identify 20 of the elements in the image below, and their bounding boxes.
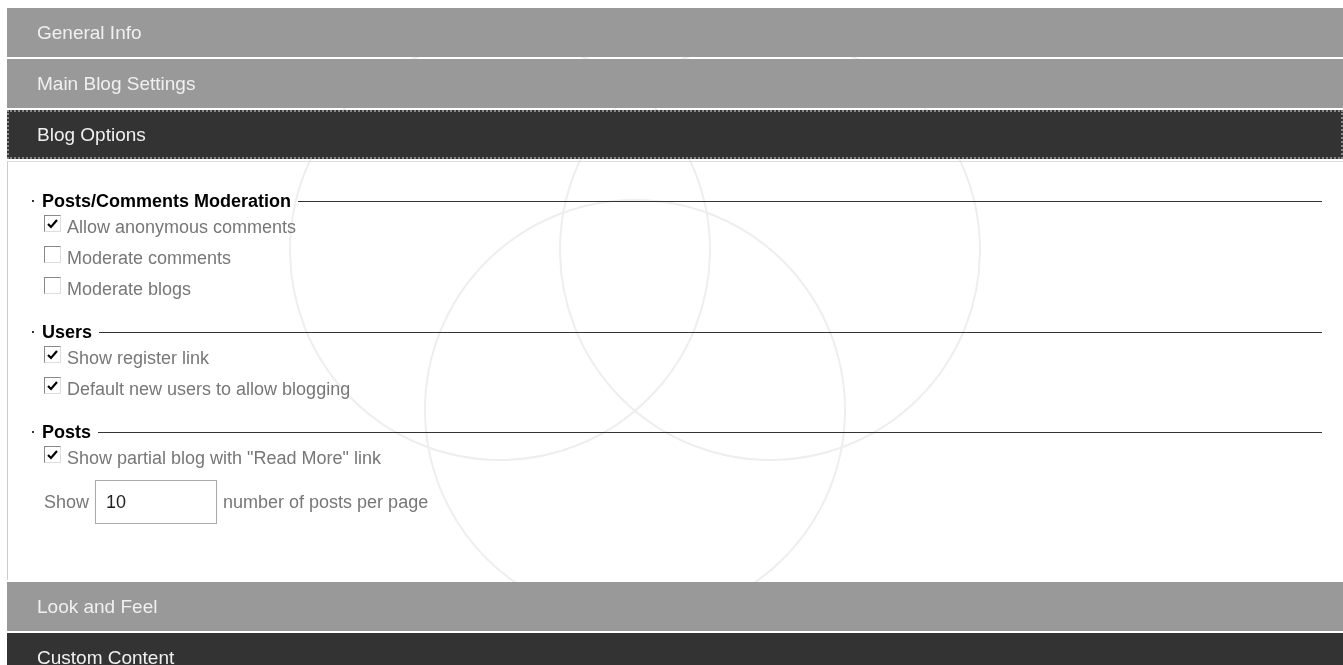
checkbox-label: Moderate blogs [67, 279, 192, 300]
field-label: number of posts per page [223, 491, 429, 513]
group-legend: Users [42, 321, 93, 343]
accordion-header[interactable]: Blog Options [7, 110, 1343, 159]
checkbox[interactable] [44, 346, 61, 363]
checkbox-label: Show register link [67, 348, 210, 369]
checkbox-label: Moderate comments [67, 248, 232, 269]
field-label: Show [44, 491, 90, 513]
checkbox[interactable] [44, 246, 61, 263]
checkbox-label: Show partial blog with "Read More" link [67, 448, 381, 469]
checkbox[interactable] [44, 446, 61, 463]
group-legend: Posts [42, 421, 92, 443]
accordion-header[interactable]: Custom Content [7, 633, 1343, 665]
checkbox-label: Default new users to allow blogging [67, 379, 351, 400]
checkbox[interactable] [44, 277, 61, 294]
group-legend: Posts/Comments Moderation [42, 190, 292, 212]
checkbox-label: Allow anonymous comments [67, 217, 297, 238]
posts-per-page-field[interactable]: 10 [95, 480, 218, 524]
checkbox[interactable] [44, 215, 61, 232]
checkbox[interactable] [44, 377, 61, 394]
